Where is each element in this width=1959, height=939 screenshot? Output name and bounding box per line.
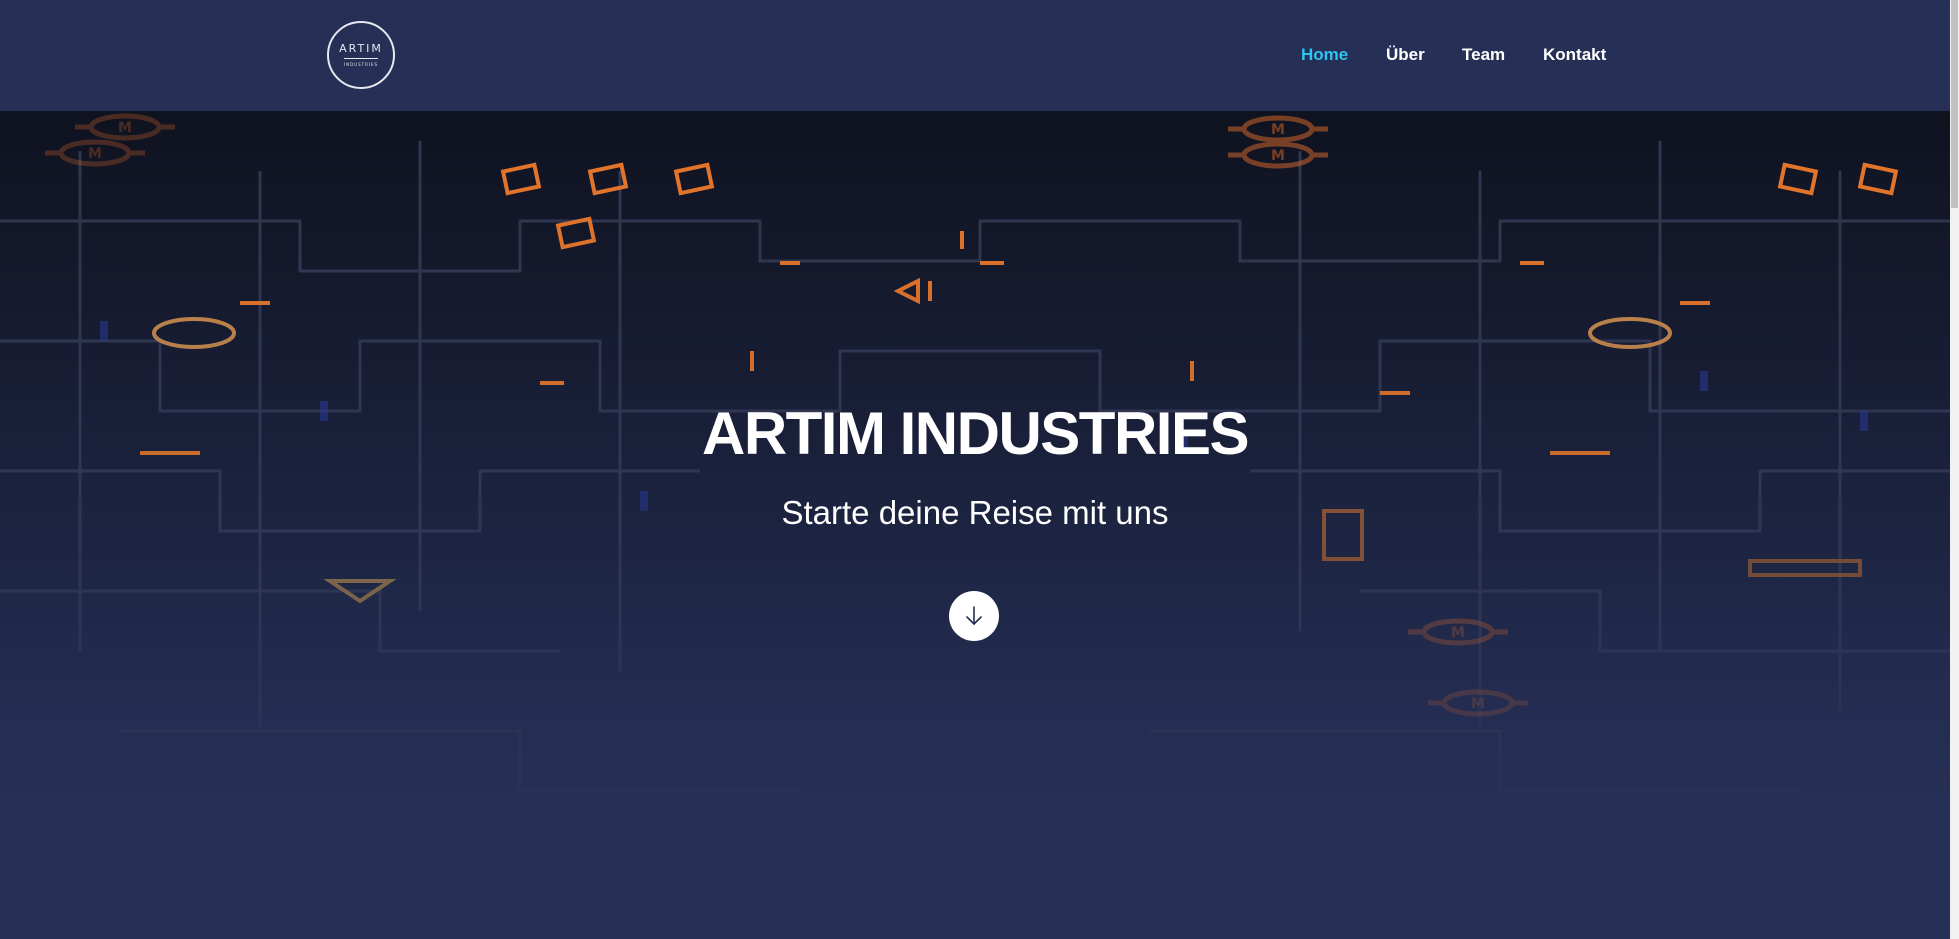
site-header: ARTIM INDUSTRIES Home Über Team Kontakt bbox=[0, 0, 1950, 111]
scroll-down-button[interactable] bbox=[949, 591, 999, 641]
nav-home[interactable]: Home bbox=[1301, 44, 1348, 66]
hero-subtitle: Starte deine Reise mit uns bbox=[781, 494, 1169, 531]
arrow-down-icon bbox=[966, 606, 982, 625]
hero-title: ARTIM INDUSTRIES bbox=[702, 400, 1250, 467]
page: ARTIM INDUSTRIES Home Über Team Kontakt … bbox=[0, 0, 1959, 939]
nav-contact[interactable]: Kontakt bbox=[1543, 44, 1606, 66]
page-scrollbar[interactable] bbox=[1950, 0, 1959, 939]
nav-team[interactable]: Team bbox=[1462, 44, 1505, 66]
main-nav: Home Über Team Kontakt bbox=[0, 44, 1950, 66]
hero-section: M bbox=[0, 111, 1950, 939]
nav-about[interactable]: Über bbox=[1386, 44, 1425, 66]
scrollbar-thumb[interactable] bbox=[1951, 0, 1958, 208]
